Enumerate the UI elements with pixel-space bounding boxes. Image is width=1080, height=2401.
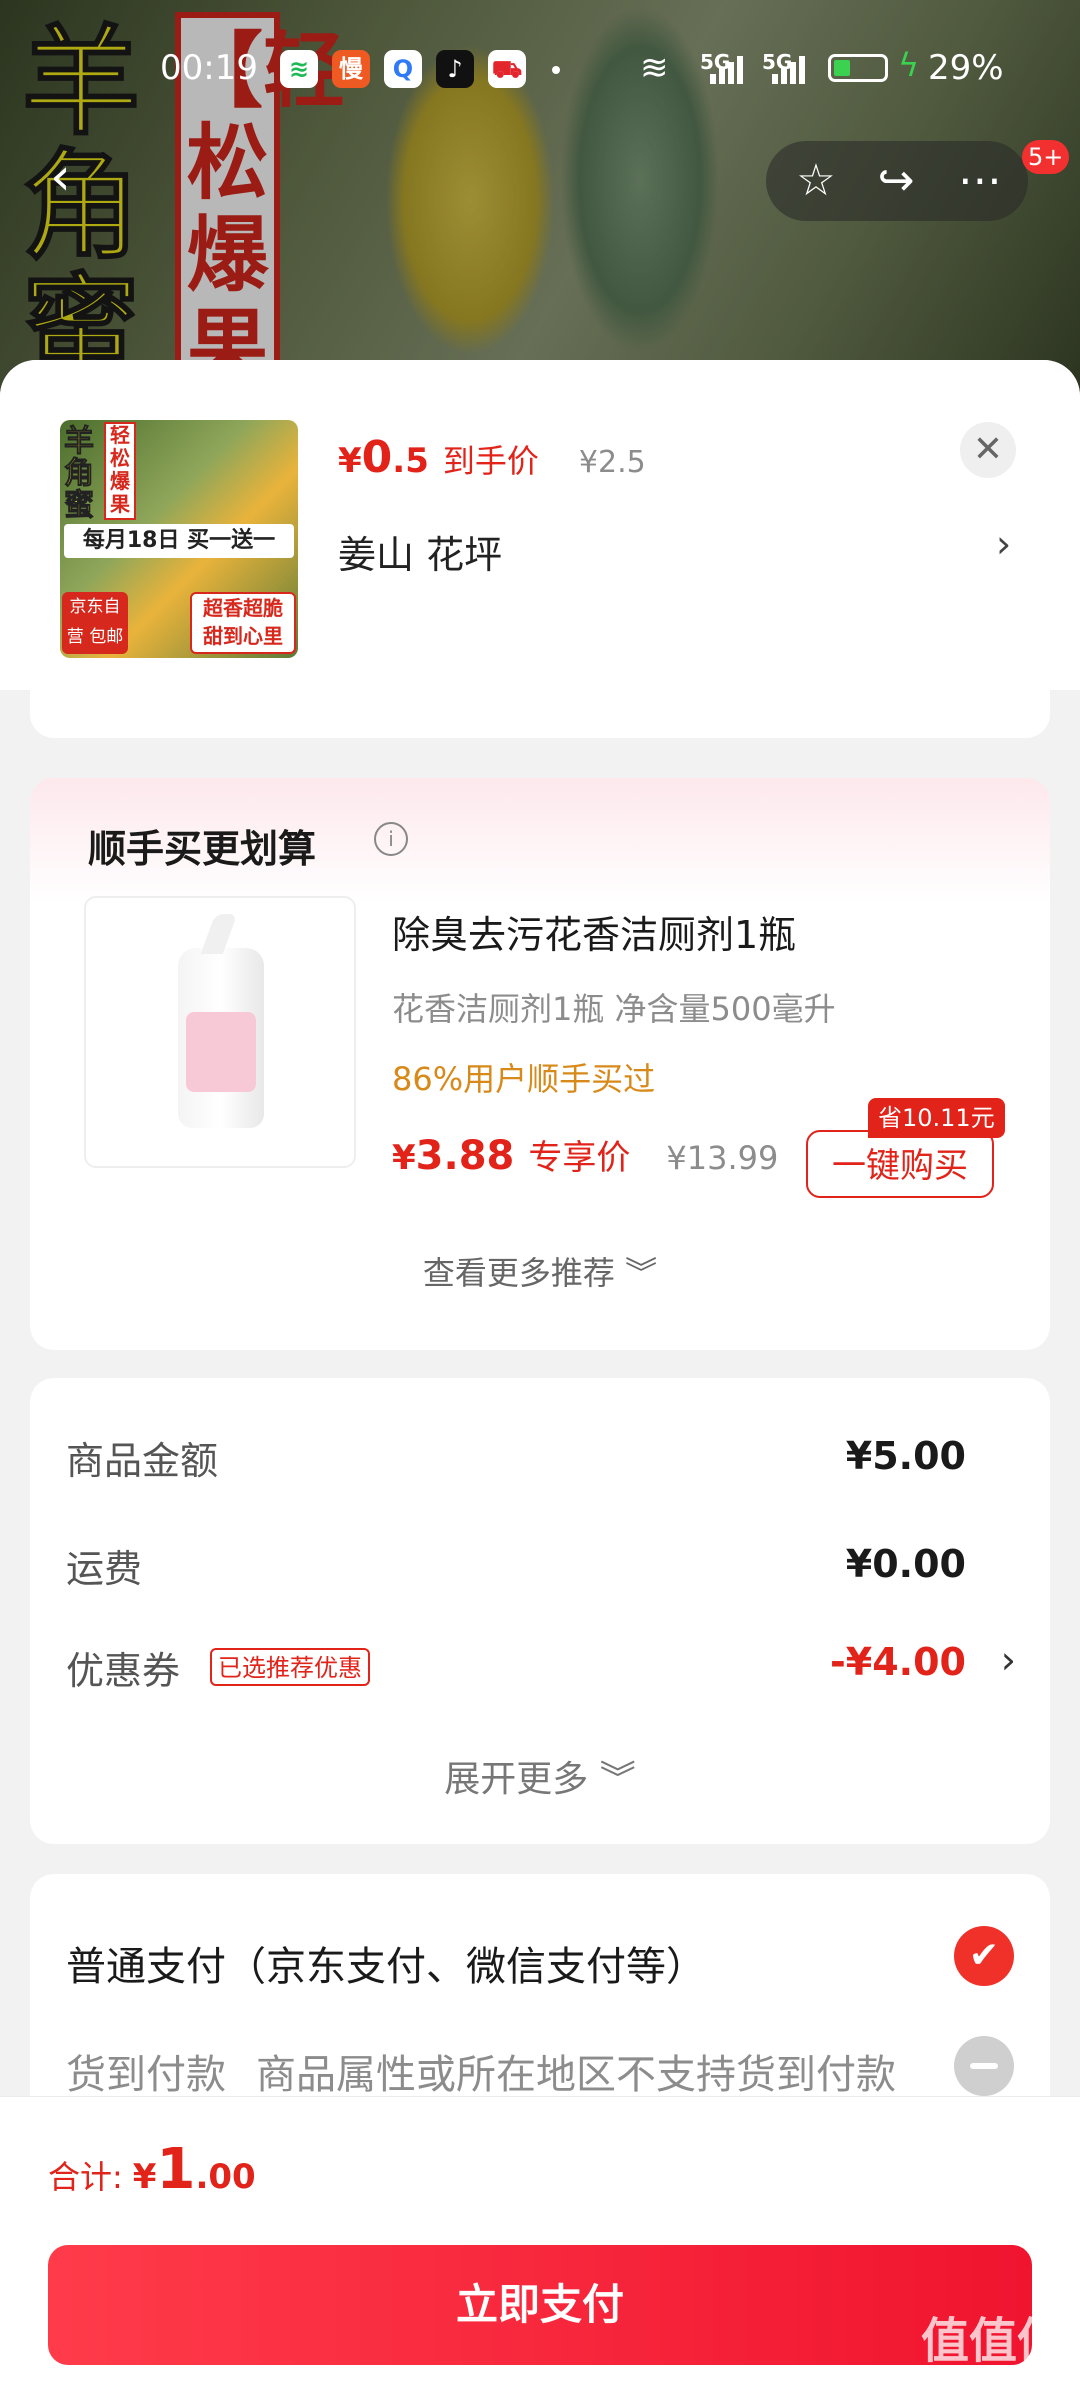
thumb-promo: 每月18日 买一送一 xyxy=(64,524,294,558)
original-price: ¥2.5 xyxy=(578,445,646,480)
addon-title: 顺手买更划算 xyxy=(88,827,317,871)
savings-badge: 省10.11元 xyxy=(868,1098,1005,1138)
thumb-slogan: 超香超脆 甜到心里 xyxy=(190,592,296,654)
watermark-main: 值值值 xyxy=(920,2313,1065,2369)
delivery-address[interactable]: 姜山 花坪 xyxy=(338,524,502,579)
shipping-fee-label: 运费 xyxy=(66,1547,143,1591)
thumb-tag: 轻松爆果 xyxy=(104,422,136,520)
shipping-fee-value: ¥0.00 xyxy=(845,1542,966,1586)
info-icon[interactable]: i xyxy=(374,822,408,856)
payment-option-cod: 货到付款 商品属性或所在地区不支持货到付款 xyxy=(66,2042,896,2100)
chevron-right-icon[interactable]: › xyxy=(996,522,1011,566)
battery-icon xyxy=(828,54,888,82)
divider-strip xyxy=(30,690,1050,738)
close-button[interactable]: ✕ xyxy=(960,422,1016,478)
addon-price-label: 专享价 xyxy=(528,1138,631,1178)
amount-summary-card: 商品金额 ¥5.00 运费 ¥0.00 优惠券 已选推荐优惠 -¥4.00 › … xyxy=(30,1378,1050,1844)
total-integer: 1 xyxy=(156,2137,196,2202)
message-badge: 5+ xyxy=(1022,140,1070,174)
spotify-icon: ≋ xyxy=(280,50,318,88)
checkout-sheet: 羊角蜜 轻松爆果 每月18日 买一送一 京东自营 包邮 超香超脆 甜到心里 ¥0… xyxy=(0,360,1080,2400)
addon-product-image[interactable] xyxy=(84,896,356,1168)
chevron-right-icon[interactable]: › xyxy=(1001,1638,1016,1682)
more-icon[interactable]: ⋯ xyxy=(950,155,1010,207)
cod-label: 货到付款 xyxy=(66,2052,226,2098)
addon-price-currency: ¥ xyxy=(392,1138,416,1178)
total-currency: ¥ xyxy=(132,2157,157,2197)
charging-icon: ϟ xyxy=(898,46,920,84)
coupon-selected-tag: 已选推荐优惠 xyxy=(210,1648,370,1686)
status-bar: 00:19 ≋ 慢 Q ♪ ⛟ ≋ 5G 5G ϟ 29% xyxy=(0,44,1080,94)
price-currency: ¥ xyxy=(338,441,362,481)
addon-popularity: 86%用户顺手买过 xyxy=(392,1060,656,1098)
thumb-title: 羊角蜜 xyxy=(64,424,95,523)
status-time: 00:19 xyxy=(160,48,258,88)
payment-option-normal[interactable]: 普通支付（京东支付、微信支付等） xyxy=(66,1934,706,1992)
product-thumbnail: 羊角蜜 轻松爆果 每月18日 买一送一 京东自营 包邮 超香超脆 甜到心里 xyxy=(60,420,298,658)
share-icon[interactable]: ↪ xyxy=(866,155,926,207)
coupon-label[interactable]: 优惠券 xyxy=(66,1640,180,1695)
price-label: 到手价 xyxy=(442,442,539,480)
search-app-icon: Q xyxy=(384,50,422,88)
cod-reason: 商品属性或所在地区不支持货到付款 xyxy=(256,2052,896,2098)
coupon-value[interactable]: -¥4.00 xyxy=(830,1640,966,1684)
shopping-cart-app-icon: ⛟ xyxy=(488,50,526,88)
toilet-cleaner-bottle-icon xyxy=(178,914,264,1128)
addon-price-value: 3.88 xyxy=(415,1133,515,1179)
watermark-sub: zhizhizhi.com xyxy=(938,2368,1048,2387)
addon-product-spec: 花香洁厕剂1瓶 净含量500毫升 xyxy=(392,990,836,1028)
star-icon[interactable]: ☆ xyxy=(786,155,846,207)
product-summary: 羊角蜜 轻松爆果 每月18日 买一送一 京东自营 包邮 超香超脆 甜到心里 ¥0… xyxy=(0,360,1080,690)
price-decimal: .5 xyxy=(392,441,429,481)
addon-price: ¥3.88 专享价 ¥13.99 xyxy=(392,1130,778,1179)
signal-icon-2 xyxy=(772,54,808,84)
product-price: ¥0.5 到手价 ¥2.5 xyxy=(338,432,646,492)
notification-dot-icon xyxy=(552,66,560,74)
addon-original-price: ¥13.99 xyxy=(666,1139,779,1177)
more-recommendations-link[interactable]: 查看更多推荐 ︾ xyxy=(30,1248,1050,1294)
addon-card: 顺手买更划算 i 除臭去污花香洁厕剂1瓶 花香洁厕剂1瓶 净含量500毫升 86… xyxy=(30,778,1050,1350)
man-app-icon: 慢 xyxy=(332,50,370,88)
total-decimal: .00 xyxy=(195,2157,256,2197)
thumb-shipping: 京东自营 包邮 xyxy=(62,592,128,654)
checkmark-icon[interactable]: ✔ xyxy=(954,1926,1014,1986)
addon-product-name[interactable]: 除臭去污花香洁厕剂1瓶 xyxy=(392,904,796,959)
price-integer: 0 xyxy=(361,432,393,483)
pay-now-button[interactable]: 立即支付 xyxy=(48,2245,1032,2365)
disabled-minus-icon xyxy=(954,2036,1014,2096)
expand-more-link[interactable]: 展开更多 ︾ xyxy=(30,1750,1050,1802)
watermark: 值值值 zhizhizhi.com xyxy=(918,2314,1068,2387)
nav-actions-pill: ☆ ↪ ⋯ xyxy=(766,141,1028,221)
total-label: 合计: xyxy=(48,2158,123,2196)
back-arrow-icon[interactable]: ‹ xyxy=(50,151,94,203)
goods-amount-label: 商品金额 xyxy=(66,1439,219,1483)
battery-percent: 29% xyxy=(928,48,1004,88)
order-total: 合计: ¥1.00 xyxy=(48,2137,256,2202)
goods-amount-value: ¥5.00 xyxy=(845,1434,966,1478)
one-click-buy-button[interactable]: 一键购买 xyxy=(806,1130,994,1198)
wifi-icon: ≋ xyxy=(640,48,669,88)
tiktok-icon: ♪ xyxy=(436,50,474,88)
signal-icon xyxy=(710,54,746,84)
